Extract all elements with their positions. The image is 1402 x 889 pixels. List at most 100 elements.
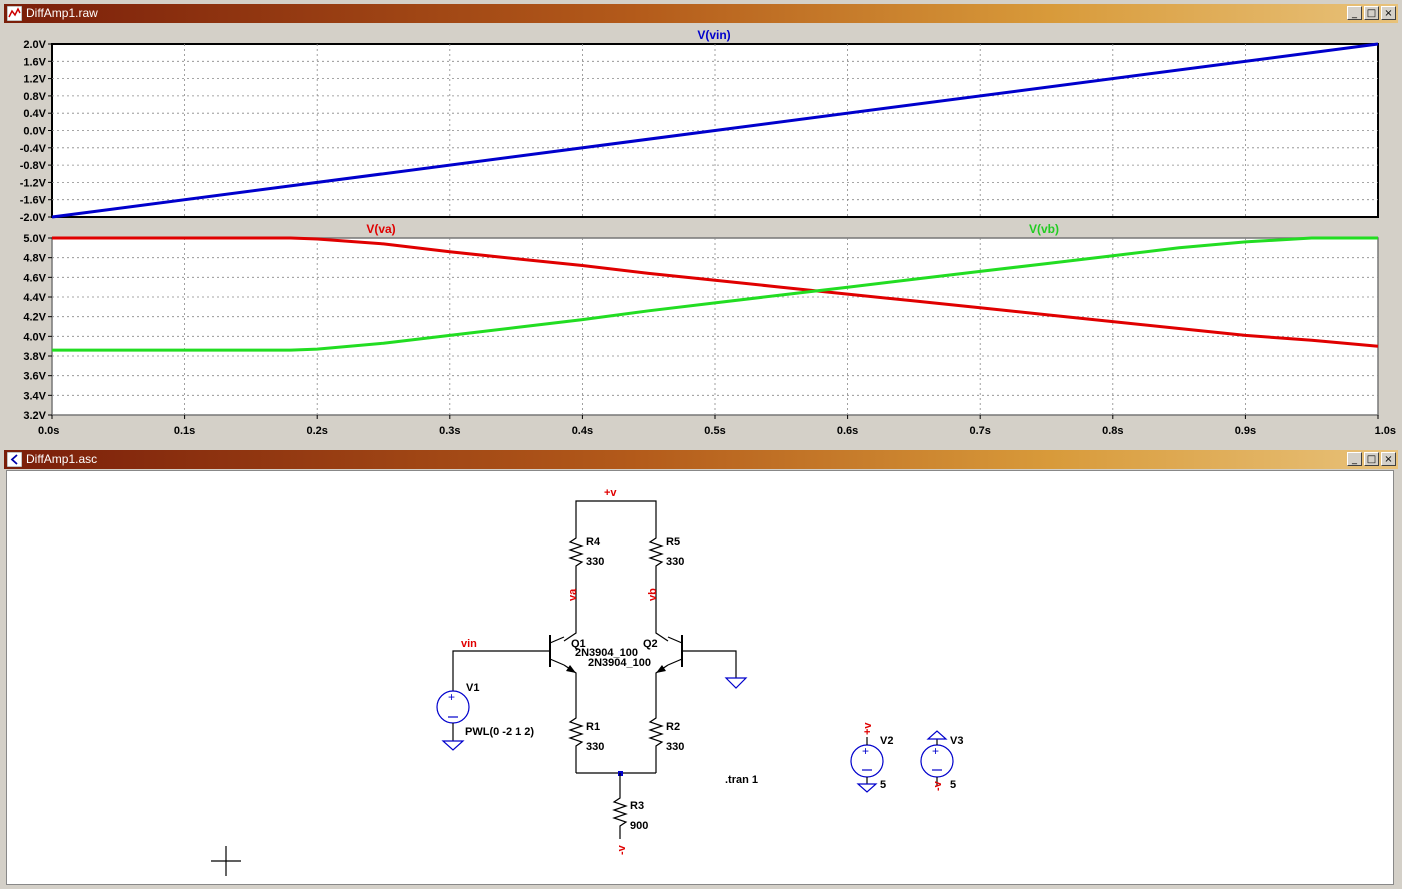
waveform-plot[interactable]: 2.0V 1.6V 1.2V 0.8V 0.4V 0.0V -0.4V -0.8V -1.2V -… [4,24,1398,444]
y-tick-label: 3.8V [23,351,46,363]
schematic-window: DiffAmp1.asc _ □ × + + + +v R4 330 R5 33… [0,446,1402,889]
y-tick-label: 4.6V [23,272,46,284]
y-tick-label: 1.2V [23,74,46,86]
trace-label-vin[interactable]: V(vin) [697,28,730,42]
x-tick-label: 0.8s [1102,425,1123,437]
component-name-r3[interactable]: R3 [630,800,644,812]
component-name-r1[interactable]: R1 [586,721,600,733]
minimize-button[interactable]: _ [1347,6,1362,20]
x-tick-label: 0.3s [439,425,460,437]
top-y-axis: 2.0V 1.6V 1.2V 0.8V 0.4V 0.0V -0.4V -0.8V -1.2V -… [20,39,52,224]
minimize-button[interactable]: _ [1347,452,1362,466]
y-tick-label: -0.4V [20,143,47,155]
component-value-r4[interactable]: 330 [586,556,604,568]
x-tick-label: 0.5s [704,425,725,437]
y-tick-label: 3.2V [23,410,46,422]
net-label-vin[interactable]: vin [461,638,477,650]
y-tick-label: 5.0V [23,233,46,245]
y-tick-label: -1.2V [20,177,47,189]
wire [549,658,565,666]
component-name-v1[interactable]: V1 [466,682,479,694]
wire [667,636,683,644]
emitter-arrow [656,665,666,673]
component-name-r4[interactable]: R4 [586,536,601,548]
component-name-v3[interactable]: V3 [950,735,963,747]
wire [667,658,683,666]
component-name-r2[interactable]: R2 [666,721,680,733]
ground-symbol [724,677,748,689]
emitter-arrow [566,665,576,673]
wire [682,650,737,678]
net-label-plus-v[interactable]: +v [604,487,617,499]
y-tick-label: -0.8V [20,160,47,172]
net-label-v3-minus[interactable]: -v [932,780,944,791]
x-tick-label: 0.6s [837,425,858,437]
schematic-title: DiffAmp1.asc [26,452,98,466]
schematic-drawing[interactable]: + + + +v R4 330 R5 330 va vb vin Q1 2N39… [7,471,1395,886]
resistor-r5[interactable] [648,531,664,571]
svg-text:+: + [862,744,869,758]
net-label-v2-plus[interactable]: +v [862,722,874,735]
y-tick-label: 2.0V [23,39,46,51]
resistor-r2[interactable] [648,711,664,773]
close-button[interactable]: × [1381,6,1396,20]
x-tick-label: 0.7s [969,425,990,437]
resistor-r3[interactable] [612,773,628,839]
component-value-r2[interactable]: 330 [666,741,684,753]
component-value-v1[interactable]: PWL(0 -2 1 2) [465,726,534,738]
ground-symbol [441,740,465,751]
x-tick-label: 0.2s [306,425,327,437]
x-tick-label: 0.1s [174,425,195,437]
wire [655,571,669,642]
trace-label-vb[interactable]: V(vb) [1029,222,1059,236]
maximize-button[interactable]: □ [1364,452,1379,466]
bottom-y-axis: 5.0V 4.8V 4.6V 4.4V 4.2V 4.0V 3.8V 3.6V 3.4V 3.2V [23,233,52,422]
maximize-button[interactable]: □ [1364,6,1379,20]
net-label-vb[interactable]: vb [647,588,659,601]
y-tick-label: 4.8V [23,253,46,265]
ground-symbol [856,783,878,793]
trace-label-va[interactable]: V(va) [366,222,395,236]
schematic-icon [7,452,22,467]
component-name-v2[interactable]: V2 [880,735,893,747]
component-value-v3[interactable]: 5 [950,779,956,791]
component-value-r3[interactable]: 900 [630,820,648,832]
close-button[interactable]: × [1381,452,1396,466]
net-label-minus-v[interactable]: -v [616,844,628,855]
svg-text:+: + [932,744,939,758]
net-label-va[interactable]: va [567,588,579,601]
component-name-q2[interactable]: Q2 [643,638,658,650]
y-tick-label: 3.4V [23,390,46,402]
wire [563,571,577,642]
schematic-canvas[interactable]: + + + +v R4 330 R5 330 va vb vin Q1 2N39… [6,470,1394,885]
ground-symbol [926,730,948,740]
y-tick-label: 4.0V [23,331,46,343]
y-tick-label: 1.6V [23,56,46,68]
waveform-title: DiffAmp1.raw [26,6,98,20]
y-tick-label: 3.6V [23,371,46,383]
y-tick-label: 4.4V [23,292,46,304]
waveform-window: DiffAmp1.raw _ □ × 2.0V 1.6V 1.2V 0.8V 0.4V 0… [0,0,1402,446]
schematic-titlebar[interactable]: DiffAmp1.asc _ □ × [4,450,1398,469]
y-tick-label: 0.4V [23,108,46,120]
y-tick-label: -2.0V [20,212,47,224]
y-tick-label: -1.6V [20,195,47,207]
x-tick-label: 0.4s [572,425,593,437]
waveform-titlebar[interactable]: DiffAmp1.raw _ □ × [4,4,1398,23]
y-tick-label: 0.8V [23,91,46,103]
y-tick-label: 0.0V [23,126,46,138]
resistor-r1[interactable] [568,711,584,773]
x-tick-label: 0.9s [1235,425,1256,437]
component-model-q2[interactable]: 2N3904_100 [588,657,651,669]
x-tick-label: 1.0s [1375,425,1396,437]
x-axis: 0.0s 0.1s 0.2s 0.3s 0.4s 0.5s 0.6s 0.7s 0.8s 0.9s… [38,415,1396,437]
component-value-v2[interactable]: 5 [880,779,886,791]
resistor-r4[interactable] [568,531,584,571]
waveform-icon [7,6,22,21]
svg-text:+: + [448,690,455,704]
x-tick-label: 0.0s [38,425,59,437]
component-value-r1[interactable]: 330 [586,741,604,753]
component-value-r5[interactable]: 330 [666,556,684,568]
spice-directive-tran[interactable]: .tran 1 [725,774,758,786]
component-name-r5[interactable]: R5 [666,536,680,548]
